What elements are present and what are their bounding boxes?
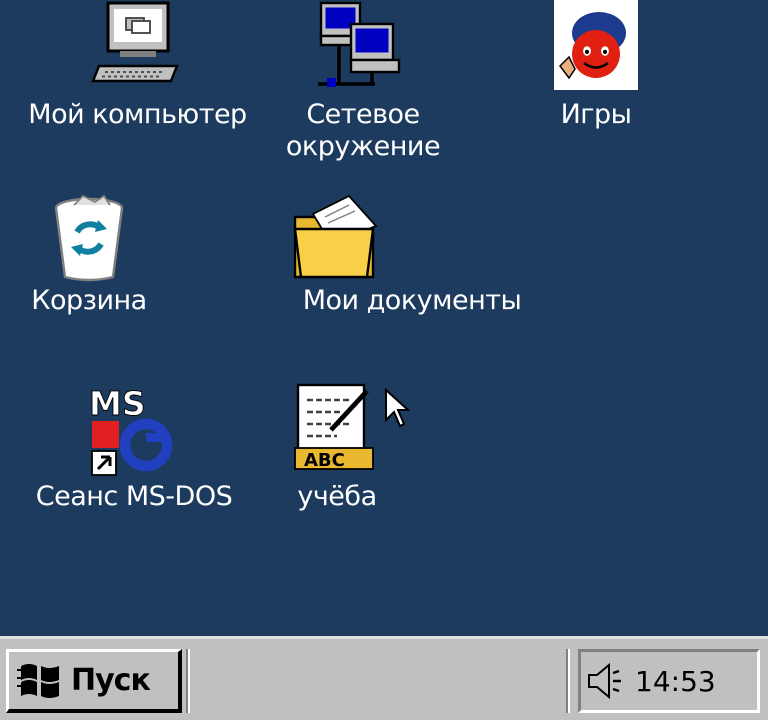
clock[interactable]: 14:53 bbox=[635, 665, 716, 698]
my-computer-icon bbox=[90, 1, 179, 83]
desktop-icon-network-neighborhood[interactable]: Сетевое окружение bbox=[270, 0, 456, 166]
start-button[interactable]: Пуск bbox=[6, 649, 182, 713]
desktop-icon-games[interactable]: Игры bbox=[538, 0, 654, 134]
ms-dos-prompt-icon: MS bbox=[89, 384, 173, 476]
document-abc-icon: ABC bbox=[294, 383, 374, 471]
taskbar-separator bbox=[566, 649, 570, 713]
desktop-icon-ucheba[interactable]: ABC учёба bbox=[282, 382, 392, 516]
icon-label: Сеанс MS-DOS bbox=[35, 481, 233, 512]
mouse-cursor-icon bbox=[385, 388, 411, 428]
taskbar-separator bbox=[186, 649, 190, 713]
svg-text:ABC: ABC bbox=[304, 450, 345, 471]
desktop-icon-recycle-bin[interactable]: Корзина bbox=[14, 190, 164, 320]
icon-label: учёба bbox=[297, 481, 377, 512]
desktop-icon-my-computer[interactable]: Мой компьютер bbox=[10, 0, 265, 134]
icon-label: Мой компьютер bbox=[28, 99, 247, 130]
icon-label: Мои документы bbox=[302, 285, 522, 316]
start-button-label: Пуск bbox=[71, 663, 151, 698]
taskbar: Пуск 14:53 bbox=[0, 636, 768, 720]
icon-label-line2: окружение bbox=[285, 131, 441, 162]
desktop[interactable]: Мой компьютер Сетевое окружение Игры Кор… bbox=[0, 0, 768, 636]
games-icon bbox=[554, 0, 638, 90]
recycle-bin-icon bbox=[54, 194, 124, 282]
icon-label: Корзина bbox=[31, 285, 147, 316]
system-tray: 14:53 bbox=[578, 649, 760, 713]
desktop-icon-my-documents[interactable]: Мои документы bbox=[282, 190, 542, 320]
desktop-icon-ms-dos[interactable]: MS Сеанс MS-DOS bbox=[14, 382, 254, 516]
network-neighborhood-icon bbox=[318, 1, 401, 87]
my-documents-folder-icon bbox=[293, 194, 378, 279]
svg-text:MS: MS bbox=[89, 384, 146, 423]
windows-logo-icon bbox=[17, 663, 59, 698]
speaker-volume-icon[interactable] bbox=[585, 659, 629, 703]
icon-label: Игры bbox=[560, 99, 632, 130]
